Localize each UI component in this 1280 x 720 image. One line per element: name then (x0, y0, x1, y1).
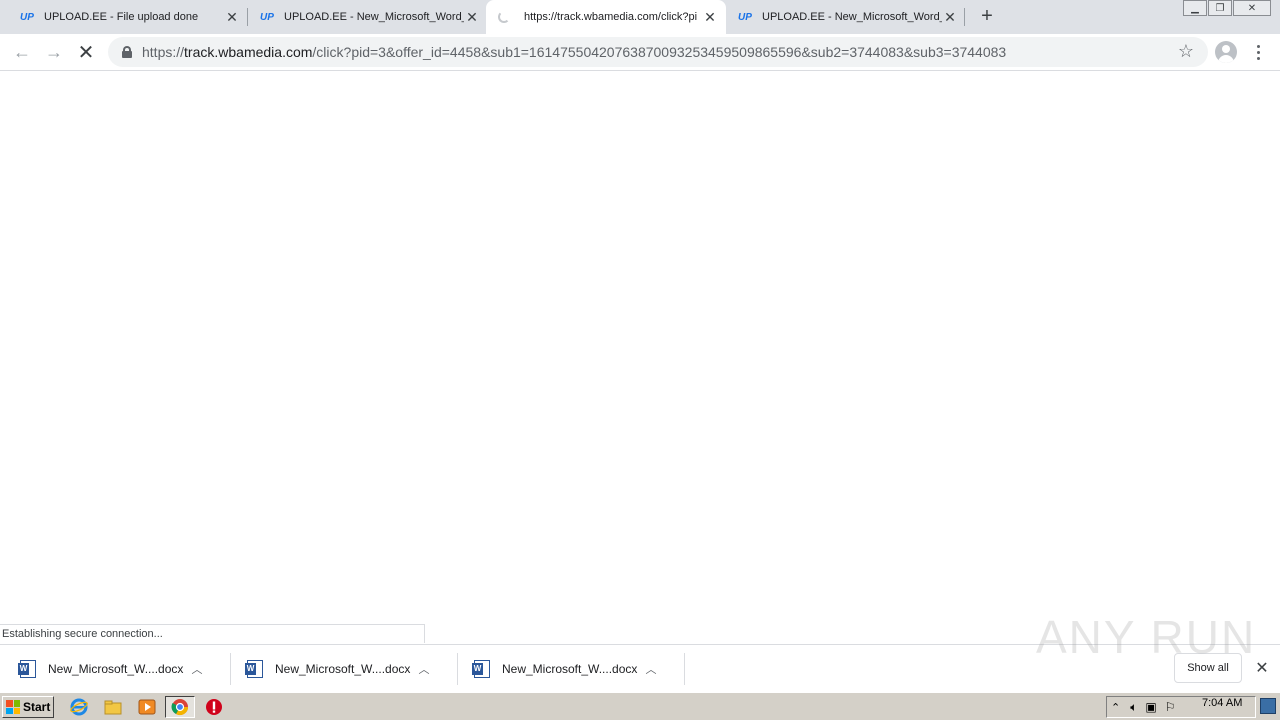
word-document-icon (245, 660, 263, 678)
tab-title: UPLOAD.EE - New_Microsoft_Word_ (762, 11, 942, 23)
volume-icon[interactable]: 🔈︎ (1130, 700, 1137, 715)
upload-ee-favicon-icon: UP (260, 11, 274, 23)
close-icon[interactable]: ✕ (942, 9, 958, 25)
profile-avatar-icon[interactable] (1215, 41, 1237, 63)
bookmark-star-icon[interactable]: ☆ (1178, 41, 1194, 62)
download-item[interactable]: New_Microsoft_W....docx ︿ (0, 651, 220, 687)
restore-button[interactable]: ❐ (1208, 0, 1232, 16)
download-filename: New_Microsoft_W....docx (502, 662, 638, 676)
url-path: /click?pid=3&offer_id=4458&sub1=16147550… (312, 44, 1007, 60)
chrome-icon (171, 699, 189, 716)
close-icon[interactable]: ✕ (702, 9, 718, 25)
action-center-flag-icon[interactable]: ⚐ (1165, 700, 1176, 714)
windows-flag-icon (6, 700, 20, 714)
status-bubble: Establishing secure connection... (0, 624, 425, 643)
url-host: track.wbamedia.com (184, 44, 313, 60)
close-window-button[interactable]: ✕ (1233, 0, 1271, 16)
url-text[interactable]: https://track.wbamedia.com/click?pid=3&o… (142, 44, 1006, 60)
download-divider (684, 653, 685, 685)
lock-icon (122, 46, 132, 58)
page-content (0, 72, 1280, 644)
anyrun-watermark: ANY RUN (1036, 611, 1257, 663)
taskbar-clock[interactable]: 7:04 AM (1202, 697, 1242, 709)
windows-taskbar: Start ⌃ 🔈︎ ▣ ⚐ 7:04 AM (0, 692, 1280, 720)
chevron-up-icon[interactable]: ︿ (190, 661, 204, 677)
chrome-taskbar-button[interactable] (165, 696, 195, 718)
forward-button[interactable]: → (42, 40, 66, 64)
close-icon[interactable]: ✕ (224, 9, 240, 25)
stop-loading-button[interactable]: ✕ (74, 40, 98, 64)
close-icon[interactable]: ✕ (464, 9, 480, 25)
show-desktop-button[interactable] (1260, 698, 1276, 714)
download-filename: New_Microsoft_W....docx (275, 662, 411, 676)
close-icon: ✕ (1255, 660, 1269, 677)
network-icon[interactable]: ▣ (1145, 700, 1156, 714)
arrow-left-icon: ← (13, 41, 31, 62)
download-filename: New_Microsoft_W....docx (48, 662, 184, 676)
loading-spinner-icon (498, 11, 510, 23)
media-player-icon[interactable] (138, 698, 156, 716)
tab-strip: UP UPLOAD.EE - File upload done ✕ UP UPL… (0, 0, 1280, 34)
chevron-up-icon[interactable]: ︿ (417, 661, 431, 677)
stop-icon: ✕ (77, 41, 95, 64)
arrow-right-icon: → (45, 41, 63, 62)
chevron-up-icon[interactable]: ︿ (644, 661, 658, 677)
start-button[interactable]: Start (2, 696, 54, 718)
tab-divider (964, 8, 965, 26)
word-document-icon (18, 660, 36, 678)
stop-sign-icon[interactable] (205, 698, 223, 716)
browser-menu-button[interactable] (1250, 41, 1266, 63)
back-button[interactable]: ← (10, 40, 34, 64)
tab-upload-done[interactable]: UP UPLOAD.EE - File upload done ✕ (0, 0, 248, 34)
address-bar[interactable]: https://track.wbamedia.com/click?pid=3&o… (108, 37, 1208, 67)
tab-upload-word-2[interactable]: UP UPLOAD.EE - New_Microsoft_Word_ ✕ (718, 0, 966, 34)
browser-toolbar: ← → ✕ https://track.wbamedia.com/click?p… (0, 34, 1280, 71)
new-tab-button[interactable]: + (976, 5, 998, 27)
download-item[interactable]: New_Microsoft_W....docx ︿ (227, 651, 447, 687)
tab-upload-word[interactable]: UP UPLOAD.EE - New_Microsoft_Word_ ✕ (240, 0, 488, 34)
url-scheme: https:// (142, 44, 185, 60)
show-hidden-icons-icon[interactable]: ⌃ (1111, 701, 1120, 714)
upload-ee-favicon-icon: UP (20, 11, 34, 23)
start-label: Start (23, 700, 51, 714)
file-explorer-icon[interactable] (104, 698, 122, 716)
tab-track-wbamedia[interactable]: https://track.wbamedia.com/click?pi ✕ (486, 0, 726, 34)
screen: UP UPLOAD.EE - File upload done ✕ UP UPL… (0, 0, 1280, 720)
tab-title: UPLOAD.EE - New_Microsoft_Word_ (284, 11, 464, 23)
internet-explorer-icon[interactable] (70, 698, 88, 716)
word-document-icon (472, 660, 490, 678)
tab-title: https://track.wbamedia.com/click?pi (524, 11, 698, 23)
tab-title: UPLOAD.EE - File upload done (44, 11, 199, 23)
upload-ee-favicon-icon: UP (738, 11, 752, 23)
download-item[interactable]: New_Microsoft_W....docx ︿ (454, 651, 674, 687)
minimize-button[interactable]: ▁ (1183, 0, 1207, 16)
